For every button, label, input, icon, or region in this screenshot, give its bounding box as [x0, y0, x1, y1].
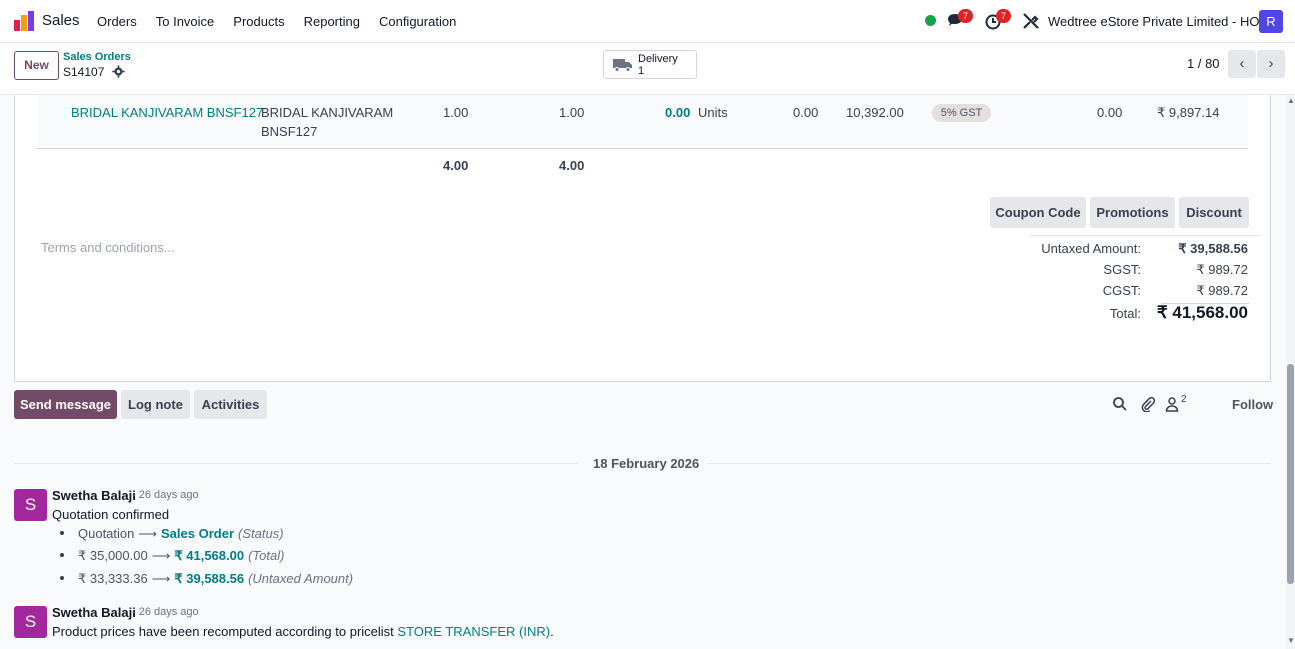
bullet-icon: [60, 553, 64, 557]
message-body: Quotation confirmed: [52, 507, 170, 522]
scrollbar-thumb[interactable]: [1287, 364, 1294, 584]
tracking-value: ₹ 35,000.00 ⟶ ₹ 41,568.00 (Total): [78, 548, 284, 564]
tracking-new: Sales Order: [161, 526, 235, 541]
message-body: Product prices have been recomputed acco…: [52, 624, 554, 639]
tracking-field: (Status): [238, 526, 284, 541]
line-description-cont[interactable]: BNSF127: [261, 124, 317, 139]
menu-configuration[interactable]: Configuration: [379, 14, 456, 29]
scroll-up-icon[interactable]: ▲: [1287, 96, 1295, 105]
menu-orders[interactable]: Orders: [97, 14, 137, 29]
tracking-field: (Untaxed Amount): [248, 571, 354, 586]
message-date: - 26 days ago: [132, 606, 199, 618]
smart-button-value: 1: [638, 65, 645, 77]
line-delivered: 1.00: [559, 105, 585, 120]
total-value: ₹ 41,568.00: [1156, 303, 1248, 322]
paperclip-icon[interactable]: [1140, 396, 1156, 412]
line-quantity[interactable]: 1.00: [443, 105, 468, 120]
tracking-old: ₹ 33,333.36: [78, 571, 148, 586]
pager-value[interactable]: 1 / 80: [1187, 56, 1220, 71]
followers-count: 2: [1181, 394, 1187, 405]
truck-icon: [613, 59, 632, 72]
top-navbar: Sales Orders To Invoice Products Reporti…: [0, 0, 1295, 43]
total-quantity: 4.00: [443, 158, 469, 173]
control-panel: New Sales Orders S14107 Delivery 1 1 / 8…: [0, 43, 1295, 95]
user-avatar[interactable]: R: [1259, 10, 1283, 33]
totals-divider: [1029, 235, 1262, 236]
date-separator-line-right: [707, 463, 1271, 464]
form-sheet: BRIDAL KANJIVARAM BNSF127 BRIDAL KANJIVA…: [14, 95, 1271, 382]
line-unit-price[interactable]: 10,392.00: [846, 105, 904, 120]
total-label: Total:: [1109, 306, 1141, 321]
followers-icon[interactable]: [1164, 396, 1180, 412]
log-note-button[interactable]: Log note: [121, 390, 190, 419]
delivery-smart-button[interactable]: Delivery 1: [603, 50, 697, 79]
table-row[interactable]: BRIDAL KANJIVARAM BNSF127 BRIDAL KANJIVA…: [37, 95, 1248, 149]
arrow-right-icon: ⟶: [151, 571, 171, 586]
tracking-value: Quotation ⟶ Sales Order (Status): [78, 526, 284, 542]
message-author[interactable]: Swetha Balaji: [52, 605, 136, 620]
untaxed-amount-label: Untaxed Amount:: [1041, 241, 1141, 256]
bullet-icon: [60, 576, 64, 580]
avatar[interactable]: S: [14, 606, 47, 638]
smart-button-label: Delivery: [638, 53, 678, 65]
message-author[interactable]: Swetha Balaji: [52, 488, 136, 503]
date-separator-line-left: [14, 463, 579, 464]
search-icon[interactable]: [1112, 396, 1128, 412]
menu-products[interactable]: Products: [233, 14, 284, 29]
bullet-icon: [60, 531, 64, 535]
message-body-text: Product prices have been recomputed acco…: [52, 624, 398, 639]
line-subtotal: ₹ 9,897.14: [1157, 105, 1220, 120]
menu-reporting[interactable]: Reporting: [304, 14, 360, 29]
breadcrumb-sales-orders[interactable]: Sales Orders: [63, 51, 131, 63]
coupon-code-button[interactable]: Coupon Code: [990, 197, 1086, 228]
main-menu: Orders To Invoice Products Reporting Con…: [97, 14, 475, 29]
app-name[interactable]: Sales: [42, 12, 80, 29]
tracking-old: Quotation: [78, 526, 135, 541]
arrow-right-icon: ⟶: [151, 548, 171, 563]
terms-and-conditions-field[interactable]: Terms and conditions...: [41, 240, 175, 255]
line-uom[interactable]: Units: [698, 105, 728, 120]
scroll-down-icon[interactable]: ▼: [1287, 636, 1295, 645]
sgst-label: SGST:: [1103, 262, 1141, 277]
pricelist-link[interactable]: STORE TRANSFER (INR): [397, 624, 550, 639]
company-switcher[interactable]: Wedtree eStore Private Limited - HO: [1048, 14, 1259, 29]
debug-tools-icon[interactable]: [1021, 11, 1041, 31]
tax-badge[interactable]: 5% GST: [932, 104, 991, 122]
new-button[interactable]: New: [14, 51, 59, 80]
follow-button[interactable]: Follow: [1232, 397, 1273, 412]
tracking-new: ₹ 41,568.00: [174, 548, 245, 563]
tracking-old: ₹ 35,000.00: [78, 548, 148, 563]
line-discount[interactable]: 0.00: [1097, 105, 1122, 120]
activities-badge: 7: [996, 9, 1011, 23]
untaxed-amount-value: ₹ 39,588.56: [1178, 241, 1248, 256]
line-description[interactable]: BRIDAL KANJIVARAM: [261, 105, 393, 120]
line-product[interactable]: BRIDAL KANJIVARAM BNSF127: [71, 105, 263, 120]
tracking-value: ₹ 33,333.36 ⟶ ₹ 39,588.56 (Untaxed Amount): [78, 571, 353, 587]
pager-next-button[interactable]: ›: [1257, 50, 1285, 78]
arrow-right-icon: ⟶: [138, 526, 158, 541]
activities-button[interactable]: Activities: [194, 390, 267, 419]
pager-previous-button[interactable]: ‹: [1228, 50, 1256, 78]
send-message-button[interactable]: Send message: [14, 390, 117, 419]
cgst-value: ₹ 989.72: [1196, 283, 1248, 298]
line-invoiced: 0.00: [665, 105, 691, 120]
messages-badge: 7: [958, 9, 973, 23]
discount-button[interactable]: Discount: [1179, 197, 1249, 228]
tracking-field: (Total): [248, 548, 285, 563]
line-lead-time[interactable]: 0.00: [793, 105, 818, 120]
promotions-button[interactable]: Promotions: [1090, 197, 1175, 228]
gear-icon[interactable]: [112, 65, 125, 78]
presence-status-icon[interactable]: [925, 15, 936, 26]
message-date: - 26 days ago: [132, 489, 199, 501]
menu-to-invoice[interactable]: To Invoice: [156, 14, 215, 29]
cgst-label: CGST:: [1102, 283, 1141, 298]
tracking-new: ₹ 39,588.56: [174, 571, 245, 586]
total-delivered: 4.00: [559, 158, 585, 173]
message-body-suffix: .: [550, 624, 554, 639]
date-separator: 18 February 2026: [593, 456, 700, 471]
sgst-value: ₹ 989.72: [1196, 262, 1248, 277]
sales-app-icon[interactable]: [14, 11, 34, 31]
avatar[interactable]: S: [14, 489, 47, 521]
record-name: S14107: [63, 65, 105, 79]
